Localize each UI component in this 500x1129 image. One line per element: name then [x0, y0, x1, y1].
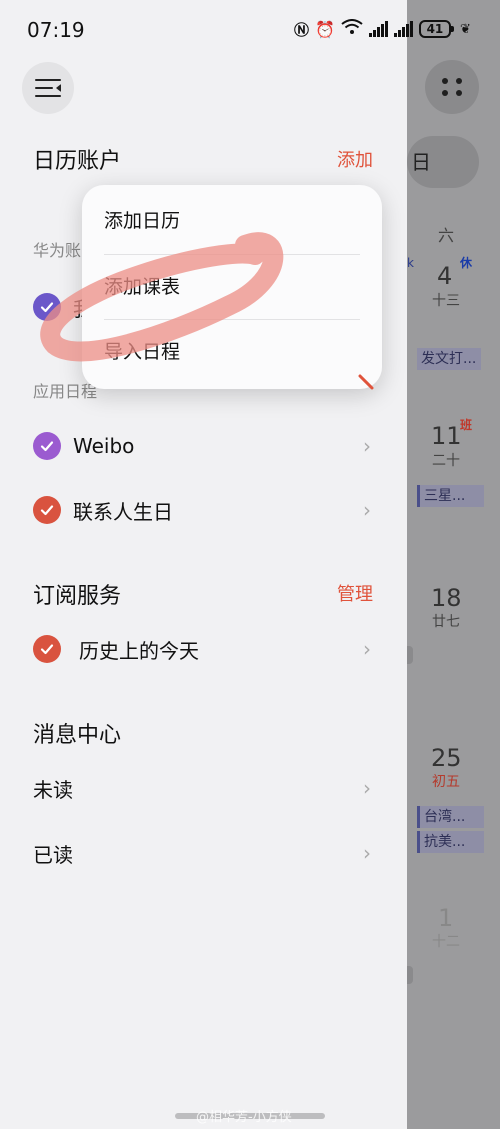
rest-badge: 休	[460, 256, 473, 270]
account-group-label: 华为账	[33, 241, 82, 260]
chevron-right-icon: ›	[363, 637, 371, 661]
menu-item-add-timetable[interactable]: 添加课表	[104, 255, 360, 319]
subscriptions-title: 订阅服务	[33, 584, 122, 609]
alarm-icon: ⏰	[315, 19, 335, 39]
menu-item-add-calendar[interactable]: 添加日历	[104, 189, 360, 253]
check-icon[interactable]	[33, 635, 61, 663]
collapse-menu-icon	[35, 79, 61, 97]
work-badge: 班	[460, 418, 473, 432]
chevron-right-icon: ›	[363, 498, 371, 522]
side-drawer: 日历账户 添加 华为账 我 应用日程 Weibo › 联系人生日 › 订阅服务 …	[0, 0, 407, 1129]
calendar-event[interactable]: 台湾...	[417, 806, 484, 828]
partial-badge: k	[407, 256, 414, 270]
background-calendar: 日 六 k 休 4 十三 发文打... 班 11 二十 三星... 18 廿七 …	[407, 0, 500, 1129]
lunar-date: 十二	[432, 934, 460, 950]
add-account-button[interactable]: 添加	[337, 146, 373, 172]
check-icon[interactable]	[33, 293, 61, 321]
manage-subscriptions-button[interactable]: 管理	[337, 580, 373, 606]
status-bar: 07:19 Ⓝ ⏰ 41 ❦	[0, 0, 500, 60]
chevron-right-icon: ›	[363, 776, 371, 800]
list-item-birthdays[interactable]: 联系人生日 ›	[33, 490, 375, 530]
wifi-icon	[341, 19, 363, 39]
battery-level: 41	[418, 20, 451, 38]
view-toggle-pill[interactable]: 日	[407, 136, 479, 188]
menu-item-import-schedule[interactable]: 导入日程	[104, 320, 360, 384]
list-item-read[interactable]: 已读 ›	[33, 833, 375, 873]
check-icon[interactable]	[33, 496, 61, 524]
view-toggle-label: 日	[411, 150, 431, 174]
day-number[interactable]: 25	[431, 744, 462, 772]
signal-icon	[368, 21, 388, 37]
weekday-header: 六	[438, 226, 455, 245]
watermark: @相华芳-小方侠	[196, 1110, 292, 1125]
add-calendar-popup-menu: 添加日历 添加课表 导入日程	[82, 185, 382, 389]
day-number[interactable]: 18	[431, 584, 462, 612]
battery-icon: 41	[418, 20, 454, 38]
calendar-event[interactable]: 三星...	[417, 485, 484, 507]
calendar-event[interactable]: 发文打...	[417, 348, 481, 370]
more-options-button[interactable]	[425, 60, 479, 114]
calendar-event[interactable]: 抗美...	[417, 831, 484, 853]
nfc-icon: Ⓝ	[294, 20, 310, 39]
list-item-label: 已读	[33, 842, 73, 867]
drawer-toggle-button[interactable]	[22, 62, 74, 114]
list-item-unread[interactable]: 未读 ›	[33, 768, 375, 808]
list-item-label: 历史上的今天	[79, 638, 199, 663]
lunar-date: 二十	[432, 453, 460, 469]
check-icon[interactable]	[33, 432, 61, 460]
chevron-right-icon: ›	[363, 434, 371, 458]
status-time: 07:19	[27, 18, 85, 42]
leaf-icon: ❦	[459, 21, 471, 37]
day-number[interactable]: 11	[431, 422, 462, 450]
lunar-date: 十三	[432, 293, 460, 309]
day-number[interactable]: 1	[438, 904, 453, 932]
list-item-label: 未读	[33, 777, 73, 802]
signal-icon	[393, 21, 413, 37]
chevron-right-icon: ›	[363, 841, 371, 865]
event-stub	[407, 646, 413, 664]
accounts-title: 日历账户	[33, 149, 122, 174]
list-item-weibo[interactable]: Weibo ›	[33, 426, 375, 466]
event-stub	[407, 966, 413, 984]
status-icons: Ⓝ ⏰ 41 ❦	[294, 16, 471, 42]
lunar-date: 初五	[432, 774, 460, 790]
lunar-date: 廿七	[432, 614, 460, 630]
day-number[interactable]: 4	[437, 262, 452, 290]
list-item-label: 联系人生日	[73, 499, 173, 524]
list-item-label: Weibo	[73, 434, 135, 458]
messages-title: 消息中心	[33, 723, 122, 748]
list-item-history-today[interactable]: 历史上的今天 ›	[33, 629, 375, 669]
